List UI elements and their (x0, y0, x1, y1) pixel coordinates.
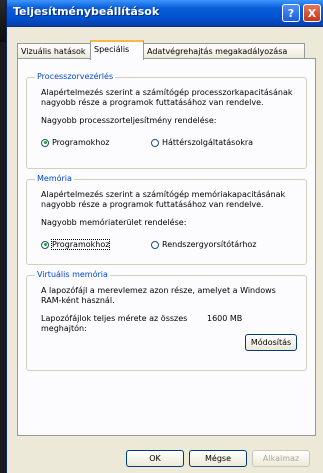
tab-panel-advanced: Processzorvezérlés Alapértelmezés szerin… (17, 58, 316, 436)
paging-size-value: 1600 MB (207, 314, 243, 323)
memory-option-system-cache[interactable]: Rendszergyorsítótárhoz (151, 240, 256, 249)
processor-prompt: Nagyobb processzorteljesítmény rendelése… (41, 116, 217, 125)
cancel-button[interactable]: Mégse (189, 450, 247, 467)
close-button[interactable]: X (303, 4, 321, 22)
processor-group: Processzorvezérlés Alapértelmezés szerin… (26, 72, 307, 169)
tab-advanced[interactable]: Speciális (90, 40, 144, 60)
processor-desc-line2: nagyobb része a programok futtatásához v… (41, 98, 264, 107)
paging-size-label-line1: Lapozófájlok teljes mérete az összes (41, 314, 188, 323)
ok-button[interactable]: OK (126, 450, 184, 467)
help-button[interactable]: ? (282, 4, 300, 22)
memory-legend: Memória (35, 174, 74, 183)
processor-option-services[interactable]: Háttérszolgáltatásokra (151, 138, 253, 147)
window-title: Teljesítménybeállítások (13, 5, 160, 18)
memory-option-system-cache-label: Rendszergyorsítótárhoz (162, 240, 257, 249)
processor-desc-line1: Alapértelmezés szerint a számítógép proc… (41, 88, 293, 97)
processor-legend: Processzorvezérlés (35, 72, 116, 81)
radio-selected-icon[interactable] (41, 240, 49, 249)
tab-bar: Vizuális hatások Speciális Adatvégrehajt… (17, 40, 317, 60)
apply-button[interactable]: Alkalmaz (252, 450, 310, 467)
performance-options-dialog: Teljesítménybeállítások ? X Vizuális hat… (6, 0, 323, 473)
memory-prompt: Nagyobb memóriaterület rendelése: (41, 218, 187, 227)
paging-size-label-line2: meghajtón: (41, 324, 87, 333)
memory-desc-line2: nagyobb része a programok futtatásához v… (41, 200, 264, 209)
virtual-memory-desc-line2: RAM-ként használ. (41, 296, 115, 305)
memory-option-programs-label: Programokhoz (50, 239, 111, 250)
memory-desc-line1: Alapértelmezés szerint a számítógép memó… (41, 190, 286, 199)
radio-unselected-icon[interactable] (151, 138, 159, 147)
change-button[interactable]: Módosítás (245, 334, 297, 351)
radio-unselected-icon[interactable] (151, 240, 159, 249)
radio-selected-icon[interactable] (41, 138, 49, 147)
memory-group: Memória Alapértelmezés szerint a számító… (26, 174, 307, 265)
processor-option-services-label: Háttérszolgáltatásokra (162, 138, 254, 147)
processor-option-programs[interactable]: Programokhoz (41, 138, 109, 147)
tab-visual-effects[interactable]: Vizuális hatások (17, 43, 91, 58)
virtual-memory-group: Virtuális memória A lapozófájl a merevle… (26, 270, 307, 371)
processor-option-programs-label: Programokhoz (52, 138, 110, 147)
virtual-memory-desc-line1: A lapozófájl a merevlemez azon része, am… (41, 286, 276, 295)
tab-data-execution-prevention[interactable]: Adatvégrehajtás megakadályozása (143, 43, 305, 58)
memory-option-programs[interactable]: Programokhoz (41, 239, 111, 250)
virtual-memory-legend: Virtuális memória (35, 270, 110, 279)
title-bar[interactable]: Teljesítménybeállítások ? X (7, 0, 323, 27)
